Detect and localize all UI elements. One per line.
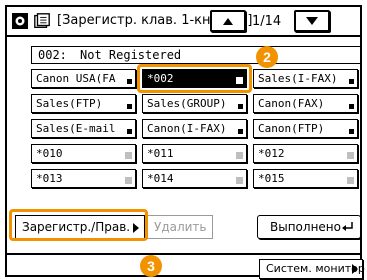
one-touch-key[interactable]: *015 xyxy=(253,169,358,188)
key-label: Canon(FAX) xyxy=(258,97,325,110)
empty-mark-icon xyxy=(236,152,243,159)
arrow-right-icon xyxy=(352,264,358,274)
key-label: Sales(GROUP) xyxy=(147,97,227,110)
key-status: Not Registered xyxy=(80,48,182,62)
registered-mark-icon xyxy=(127,104,132,109)
registered-mark-icon xyxy=(349,129,354,134)
highlight-frame xyxy=(9,209,148,241)
key-label: *013 xyxy=(36,172,63,185)
key-label: *012 xyxy=(258,147,285,160)
registered-mark-icon xyxy=(349,104,354,109)
empty-mark-icon xyxy=(125,177,132,184)
title-bar: [Зарегистр. клав. 1-кн. наб.] 1/14 xyxy=(7,7,360,37)
one-touch-key[interactable]: *013 xyxy=(31,169,136,188)
empty-mark-icon xyxy=(347,177,354,184)
selected-key-info: 002: Not Registered xyxy=(31,46,361,64)
one-touch-key[interactable]: Sales(I-FAX) xyxy=(253,69,358,88)
step-callout: 2 xyxy=(256,46,278,68)
key-label: *014 xyxy=(147,172,174,185)
key-label: Canon(I-FAX) xyxy=(147,122,227,135)
one-touch-key[interactable]: Sales(GROUP) xyxy=(142,94,247,113)
address-book-icon xyxy=(34,13,50,28)
done-label: Выполнено xyxy=(270,220,341,234)
one-touch-key[interactable]: Canon(I-FAX) xyxy=(142,119,247,138)
one-touch-key[interactable]: *010 xyxy=(31,144,136,163)
triangle-up-icon xyxy=(223,18,233,25)
enter-icon xyxy=(342,222,353,231)
page-up-button[interactable] xyxy=(210,10,246,32)
key-label: Sales(E-mail xyxy=(36,122,116,135)
empty-mark-icon xyxy=(347,152,354,159)
one-touch-key[interactable]: Sales(E-mail xyxy=(31,119,136,138)
one-touch-key[interactable]: Canon(FAX) xyxy=(253,94,358,113)
one-touch-key[interactable]: Canon USA(FA xyxy=(31,69,136,88)
one-touch-key[interactable]: Sales(FTP) xyxy=(31,94,136,113)
registered-mark-icon xyxy=(238,104,243,109)
key-label: Sales(I-FAX) xyxy=(258,72,338,85)
step-callout: 3 xyxy=(140,255,162,277)
registered-mark-icon xyxy=(127,79,132,84)
highlight-frame xyxy=(137,64,252,93)
page-down-button[interactable] xyxy=(294,10,330,32)
one-touch-key[interactable]: Canon(FTP) xyxy=(253,119,358,138)
triangle-down-icon xyxy=(306,17,318,25)
key-label: *011 xyxy=(147,147,174,160)
one-touch-key[interactable]: *011 xyxy=(142,144,247,163)
delete-button[interactable]: Удалить xyxy=(147,215,213,239)
page-counter: 1/14 xyxy=(252,14,282,29)
empty-mark-icon xyxy=(125,152,132,159)
registered-mark-icon xyxy=(127,129,132,134)
key-label: Canon(FTP) xyxy=(258,122,325,135)
one-touch-key[interactable]: *012 xyxy=(253,144,358,163)
done-button[interactable]: Выполнено xyxy=(257,215,361,239)
key-code: 002: xyxy=(38,48,67,62)
empty-mark-icon xyxy=(236,177,243,184)
key-label: *015 xyxy=(258,172,285,185)
settings-icon xyxy=(12,13,28,29)
system-monitor-button[interactable]: Систем. монитор xyxy=(259,259,365,279)
divider xyxy=(7,253,360,255)
key-label: Canon USA(FA xyxy=(36,72,116,85)
registered-mark-icon xyxy=(238,129,243,134)
one-touch-key[interactable]: *014 xyxy=(142,169,247,188)
registered-mark-icon xyxy=(349,79,354,84)
key-label: *010 xyxy=(36,147,63,160)
key-label: Sales(FTP) xyxy=(36,97,103,110)
delete-label: Удалить xyxy=(154,220,207,234)
